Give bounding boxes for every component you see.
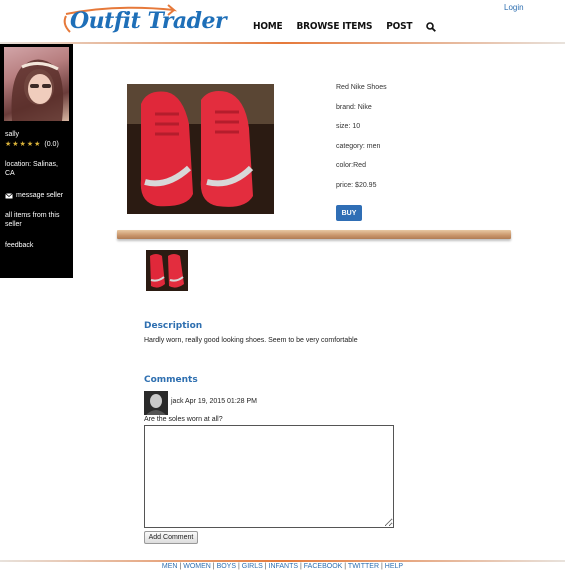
site-logo[interactable]: Outfit Trader bbox=[56, 2, 227, 40]
footer-links: MEN | WOMEN | BOYS | GIRLS | INFANTS | F… bbox=[161, 563, 404, 570]
product-thumbnail[interactable] bbox=[146, 250, 188, 291]
footer-link-facebook[interactable]: FACEBOOK bbox=[304, 563, 343, 570]
footer-link-girls[interactable]: GIRLS bbox=[242, 563, 263, 570]
seller-name[interactable]: sally bbox=[5, 130, 19, 139]
search-icon[interactable] bbox=[426, 21, 437, 32]
footer-link-men[interactable]: MEN bbox=[162, 563, 178, 570]
footer-link-women[interactable]: WOMEN bbox=[183, 563, 211, 570]
seller-location: location: Salinas, CA bbox=[5, 161, 58, 177]
main-nav: HOME BROWSE ITEMS POST bbox=[253, 21, 437, 32]
comment-textarea[interactable] bbox=[144, 425, 394, 528]
message-seller-link[interactable]: message seller bbox=[5, 191, 63, 200]
description-heading: Description bbox=[144, 321, 203, 331]
wood-shelf bbox=[117, 230, 511, 239]
add-comment-button[interactable]: Add Comment bbox=[144, 531, 198, 544]
seller-avatar bbox=[4, 47, 69, 121]
comments-heading: Comments bbox=[144, 375, 198, 385]
product-details: Red Nike Shoes brand: Nike size: 10 cate… bbox=[336, 84, 387, 202]
commenter-avatar bbox=[144, 391, 168, 415]
product-color: color:Red bbox=[336, 162, 366, 170]
feedback-link[interactable]: feedback bbox=[5, 241, 33, 250]
comment-text: Are the soles worn at all? bbox=[144, 416, 223, 423]
buy-button[interactable]: BUY bbox=[336, 205, 362, 221]
footer-link-twitter[interactable]: TWITTER bbox=[348, 563, 379, 570]
comment-meta: jack Apr 19, 2015 01:28 PM bbox=[171, 398, 257, 405]
product-price: price: $20.95 bbox=[336, 181, 377, 189]
footer-link-help[interactable]: HELP bbox=[385, 563, 403, 570]
all-items-link[interactable]: all items from this seller bbox=[5, 211, 67, 229]
login-link[interactable]: Login bbox=[504, 3, 524, 12]
description-text: Hardly worn, really good looking shoes. … bbox=[144, 337, 358, 344]
logo-text: Outfit Trader bbox=[70, 8, 227, 34]
product-brand: brand: Nike bbox=[336, 103, 372, 111]
nav-browse-items[interactable]: BROWSE ITEMS bbox=[296, 21, 372, 32]
header-divider bbox=[0, 42, 565, 44]
product-title: Red Nike Shoes bbox=[336, 84, 387, 91]
product-image[interactable] bbox=[127, 84, 274, 214]
nav-home[interactable]: HOME bbox=[253, 21, 283, 32]
rating-value: (0.0) bbox=[44, 141, 59, 148]
nav-post[interactable]: POST bbox=[386, 21, 412, 32]
footer-divider bbox=[0, 560, 565, 562]
product-size: size: 10 bbox=[336, 123, 361, 131]
envelope-icon bbox=[5, 192, 13, 198]
seller-rating: ★★★★★ (0.0) bbox=[5, 140, 59, 149]
rating-stars-icon: ★★★★★ bbox=[5, 141, 42, 148]
product-category: category: men bbox=[336, 142, 381, 150]
footer-link-boys[interactable]: BOYS bbox=[217, 563, 236, 570]
message-seller-label: message seller bbox=[16, 192, 64, 199]
seller-sidebar: sally ★★★★★ (0.0) location: Salinas, CA … bbox=[0, 44, 73, 278]
footer-link-infants[interactable]: INFANTS bbox=[269, 563, 299, 570]
